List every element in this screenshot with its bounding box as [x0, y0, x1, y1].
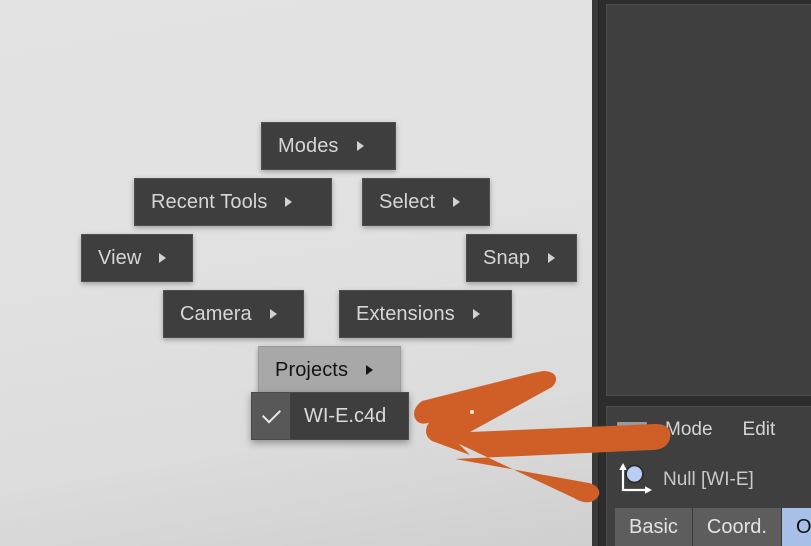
attribute-manager-tabs: Basic Coord. Ob — [615, 508, 811, 546]
chevron-right-icon — [159, 253, 167, 263]
tab-label: Ob — [795, 515, 811, 538]
tab-label: Basic — [629, 515, 678, 538]
radial-menu-item-label: Recent Tools — [151, 190, 268, 213]
radial-menu-item-label: Modes — [278, 134, 339, 157]
radial-menu-item-select[interactable]: Select — [362, 178, 490, 226]
radial-menu-item-label: Extensions — [356, 302, 455, 325]
radial-menu-item-label: Camera — [180, 302, 252, 325]
radial-menu-item-projects[interactable]: Projects — [258, 346, 401, 394]
radial-menu-item-modes[interactable]: Modes — [261, 122, 396, 170]
tab-basic[interactable]: Basic — [615, 508, 693, 546]
object-list-item-null[interactable]: Null [WI-E] — [607, 459, 811, 501]
hamburger-icon[interactable] — [617, 421, 647, 438]
radial-menu-item-label: Select — [379, 190, 436, 213]
radial-menu-item-snap[interactable]: Snap — [466, 234, 577, 282]
chevron-right-icon — [356, 141, 364, 151]
application-window: Modes Recent Tools Select View Snap Came… — [0, 0, 811, 546]
check-icon — [252, 393, 290, 439]
menu-mode[interactable]: Mode — [665, 419, 713, 441]
radial-menu-item-view[interactable]: View — [81, 234, 193, 282]
chevron-right-icon — [269, 309, 277, 319]
null-object-icon — [617, 463, 653, 497]
radial-menu-item-label: View — [98, 246, 142, 269]
dock-rail[interactable] — [592, 0, 599, 546]
radial-menu-item-label: Projects — [275, 358, 349, 381]
tab-label: Coord. — [706, 515, 767, 538]
chevron-right-icon — [453, 197, 461, 207]
viewport-panel-upper — [606, 4, 811, 396]
object-manager-panel: Mode Edit Null [WI-E] Basic Coord. O — [606, 406, 811, 546]
chevron-right-icon — [472, 309, 480, 319]
radial-menu-item-extensions[interactable]: Extensions — [339, 290, 512, 338]
viewport[interactable]: Modes Recent Tools Select View Snap Came… — [0, 0, 592, 546]
object-name-label: Null [WI-E] — [663, 469, 754, 490]
chevron-right-icon — [285, 197, 293, 207]
submenu-item-label: WI-E.c4d — [304, 404, 387, 427]
right-dock: Mode Edit Null [WI-E] Basic Coord. O — [592, 0, 811, 546]
radial-menu-item-camera[interactable]: Camera — [163, 290, 304, 338]
tab-object[interactable]: Ob — [781, 508, 811, 546]
tab-coord[interactable]: Coord. — [692, 508, 782, 546]
object-manager-menubar: Mode Edit — [607, 407, 811, 452]
radial-menu-item-recent-tools[interactable]: Recent Tools — [134, 178, 332, 226]
radial-menu-item-label: Snap — [483, 246, 531, 269]
menu-edit[interactable]: Edit — [743, 419, 776, 441]
chevron-right-icon — [366, 365, 374, 375]
chevron-right-icon — [548, 253, 556, 263]
submenu-item-wi-e-c4d[interactable]: WI-E.c4d — [251, 392, 409, 440]
